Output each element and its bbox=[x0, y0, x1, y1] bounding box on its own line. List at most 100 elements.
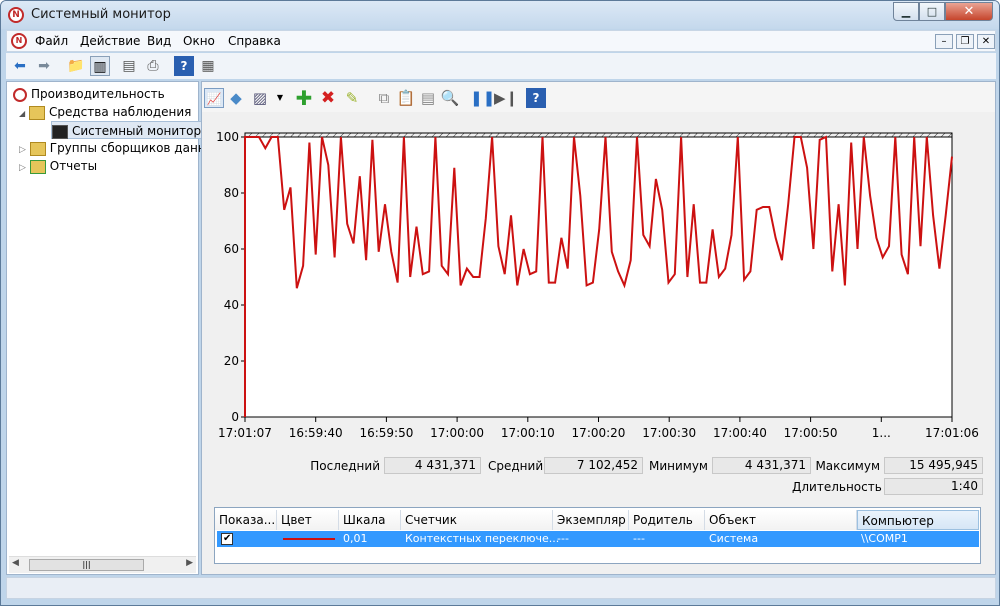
mdi-close-button[interactable]: ✕ bbox=[977, 34, 995, 49]
y-tick-label: 100 bbox=[216, 130, 239, 144]
paste-counter-list-icon[interactable]: 📋 bbox=[396, 88, 416, 108]
maximum-label: Максимум bbox=[815, 459, 880, 473]
delete-counter-icon[interactable]: ✖ bbox=[318, 88, 338, 108]
system-menu-icon[interactable]: N bbox=[11, 33, 27, 49]
properties-icon[interactable]: ▤ bbox=[119, 56, 139, 76]
x-tick-label: 17:00:00 bbox=[430, 426, 484, 440]
menu-window[interactable]: Окно bbox=[183, 34, 215, 48]
update-data-icon[interactable]: ▶❙ bbox=[494, 88, 518, 108]
tree-item-reports[interactable]: ▷ Отчеты bbox=[19, 157, 97, 175]
x-tick-label: 16:59:40 bbox=[289, 426, 343, 440]
maximize-button[interactable]: □ bbox=[919, 2, 945, 21]
instance-cell: --- bbox=[557, 532, 569, 545]
menu-bar: N Файл Действие Вид Окно Справка – ❐ ✕ bbox=[6, 30, 996, 52]
duration-label: Длительность bbox=[792, 480, 882, 494]
print-icon[interactable]: ⎙ bbox=[143, 56, 163, 76]
up-folder-icon[interactable]: 📁 bbox=[66, 56, 86, 76]
change-graph-type-icon[interactable]: ▨ bbox=[250, 88, 270, 108]
add-counter-icon[interactable]: ✚ bbox=[294, 88, 314, 108]
folder-icon bbox=[29, 141, 46, 156]
y-tick-label: 40 bbox=[224, 298, 239, 312]
x-tick-label: 16:59:50 bbox=[359, 426, 413, 440]
performance-chart: 0 20 40 60 80 100 17:01:07 16:59:40 16:59:50 17:… bbox=[202, 112, 995, 460]
status-bar bbox=[6, 577, 996, 599]
console-tree-icon[interactable]: ▦ bbox=[198, 56, 218, 76]
y-tick-label: 60 bbox=[224, 242, 239, 256]
column-show[interactable]: Показа... bbox=[215, 510, 277, 530]
column-computer[interactable]: Компьютер bbox=[857, 510, 979, 530]
maximum-value: 15 495,945 bbox=[884, 457, 983, 474]
performance-monitor-icon: N bbox=[8, 7, 24, 23]
title-bar[interactable]: N Системный монитор ▁ □ ✕ bbox=[1, 1, 999, 29]
tree-item-label: Производительность bbox=[31, 87, 165, 101]
mdi-minimize-button[interactable]: – bbox=[935, 34, 953, 49]
highlight-icon[interactable]: ✎ bbox=[342, 88, 362, 108]
reports-folder-icon bbox=[29, 159, 46, 174]
counter-cell: Контекстных переключе... bbox=[405, 532, 560, 545]
scroll-right-icon[interactable]: ▶ bbox=[186, 558, 193, 568]
x-tick-label: 17:00:40 bbox=[713, 426, 767, 440]
average-value: 7 102,452 bbox=[544, 457, 643, 474]
collapsed-arrow-icon[interactable]: ▷ bbox=[19, 163, 26, 173]
limit-band bbox=[244, 132, 953, 138]
help-icon[interactable]: ? bbox=[526, 88, 546, 108]
close-button[interactable]: ✕ bbox=[945, 2, 993, 21]
column-object[interactable]: Объект bbox=[705, 510, 857, 530]
tree-item-system-monitor[interactable]: Системный монитор bbox=[51, 121, 207, 139]
help-icon[interactable]: ? bbox=[174, 56, 194, 76]
chart-canvas: 0 20 40 60 80 100 17:01:07 16:59:40 16:59:50 17:… bbox=[216, 130, 979, 440]
x-tick-label: 17:01:07 bbox=[218, 426, 272, 440]
forward-arrow-icon[interactable]: ➡ bbox=[34, 56, 54, 76]
table-row[interactable]: ✔ 0,01 Контекстных переключе... --- --- … bbox=[217, 531, 979, 547]
freeze-display-icon[interactable]: ❚❚ bbox=[470, 88, 495, 108]
column-scale[interactable]: Шкала bbox=[339, 510, 401, 530]
column-parent[interactable]: Родитель bbox=[629, 510, 705, 530]
duration-value: 1:40 bbox=[884, 478, 983, 495]
object-cell: Система bbox=[709, 532, 759, 545]
column-instance[interactable]: Экземпляр bbox=[553, 510, 629, 530]
dropdown-arrow-icon[interactable]: ▼ bbox=[270, 88, 290, 108]
tree-horizontal-scrollbar[interactable]: ◀ ||| ▶ bbox=[9, 556, 196, 573]
tree-item-label: Отчеты bbox=[49, 159, 98, 173]
scroll-thumb[interactable]: ||| bbox=[29, 559, 144, 571]
tree-item-label: Группы сборщиков данн bbox=[49, 141, 206, 155]
column-color[interactable]: Цвет bbox=[277, 510, 339, 530]
menu-action[interactable]: Действие bbox=[80, 34, 140, 48]
y-tick-label: 20 bbox=[224, 354, 239, 368]
properties-icon[interactable]: ▤ bbox=[418, 88, 438, 108]
x-tick-label: 17:00:30 bbox=[642, 426, 696, 440]
y-tick-label: 0 bbox=[231, 410, 239, 424]
view-graph-icon[interactable]: 📈 bbox=[204, 88, 224, 108]
tree-item-collector-groups[interactable]: ▷ Группы сборщиков данн bbox=[19, 139, 206, 157]
show-checkbox[interactable]: ✔ bbox=[221, 533, 233, 545]
window-title: Системный монитор bbox=[31, 7, 171, 22]
menu-help[interactable]: Справка bbox=[228, 34, 281, 48]
x-tick-label: 17:00:20 bbox=[572, 426, 626, 440]
navigation-tree: Производительность ◢ Средства наблюдения… bbox=[6, 81, 207, 575]
minimize-button[interactable]: ▁ bbox=[893, 2, 919, 21]
copy-properties-icon[interactable]: ⧉ bbox=[374, 88, 394, 108]
scroll-left-icon[interactable]: ◀ bbox=[12, 558, 19, 568]
expanded-arrow-icon[interactable]: ◢ bbox=[19, 109, 25, 118]
tree-item-label: Средства наблюдения bbox=[48, 105, 192, 119]
menu-file[interactable]: Файл bbox=[35, 34, 68, 48]
monitor-toolbar: 📈 ◆ ▨ ▼ ✚ ✖ ✎ ⧉ 📋 ▤ 🔍 ❚❚ ▶❙ ? bbox=[202, 82, 995, 112]
collapsed-arrow-icon[interactable]: ▷ bbox=[19, 145, 26, 155]
color-swatch bbox=[283, 538, 335, 540]
zoom-icon[interactable]: 🔍 bbox=[440, 88, 460, 108]
back-arrow-icon[interactable]: ⬅ bbox=[10, 56, 30, 76]
computer-cell: \\COMP1 bbox=[861, 532, 908, 545]
view-current-activity-icon[interactable]: ◆ bbox=[226, 88, 246, 108]
scale-cell: 0,01 bbox=[343, 532, 368, 545]
x-tick-label: 1... bbox=[872, 426, 891, 440]
column-counter[interactable]: Счетчик bbox=[401, 510, 553, 530]
x-tick-label: 17:00:10 bbox=[501, 426, 555, 440]
mdi-restore-button[interactable]: ❐ bbox=[956, 34, 974, 49]
main-toolbar: ⬅ ➡ 📁 ▥ ▤ ⎙ ? ▦ bbox=[6, 53, 996, 79]
system-monitor-pane: 📈 ◆ ▨ ▼ ✚ ✖ ✎ ⧉ 📋 ▤ 🔍 ❚❚ ▶❙ ? 0 20 40 60 80 1… bbox=[201, 81, 996, 575]
menu-view[interactable]: Вид bbox=[147, 34, 171, 48]
tree-item-performance[interactable]: Производительность bbox=[13, 85, 165, 103]
tree-item-monitoring[interactable]: ◢ Средства наблюдения bbox=[19, 103, 191, 121]
show-tree-icon[interactable]: ▥ bbox=[90, 56, 110, 76]
window: N Системный монитор ▁ □ ✕ N Файл Действи… bbox=[0, 0, 1000, 606]
